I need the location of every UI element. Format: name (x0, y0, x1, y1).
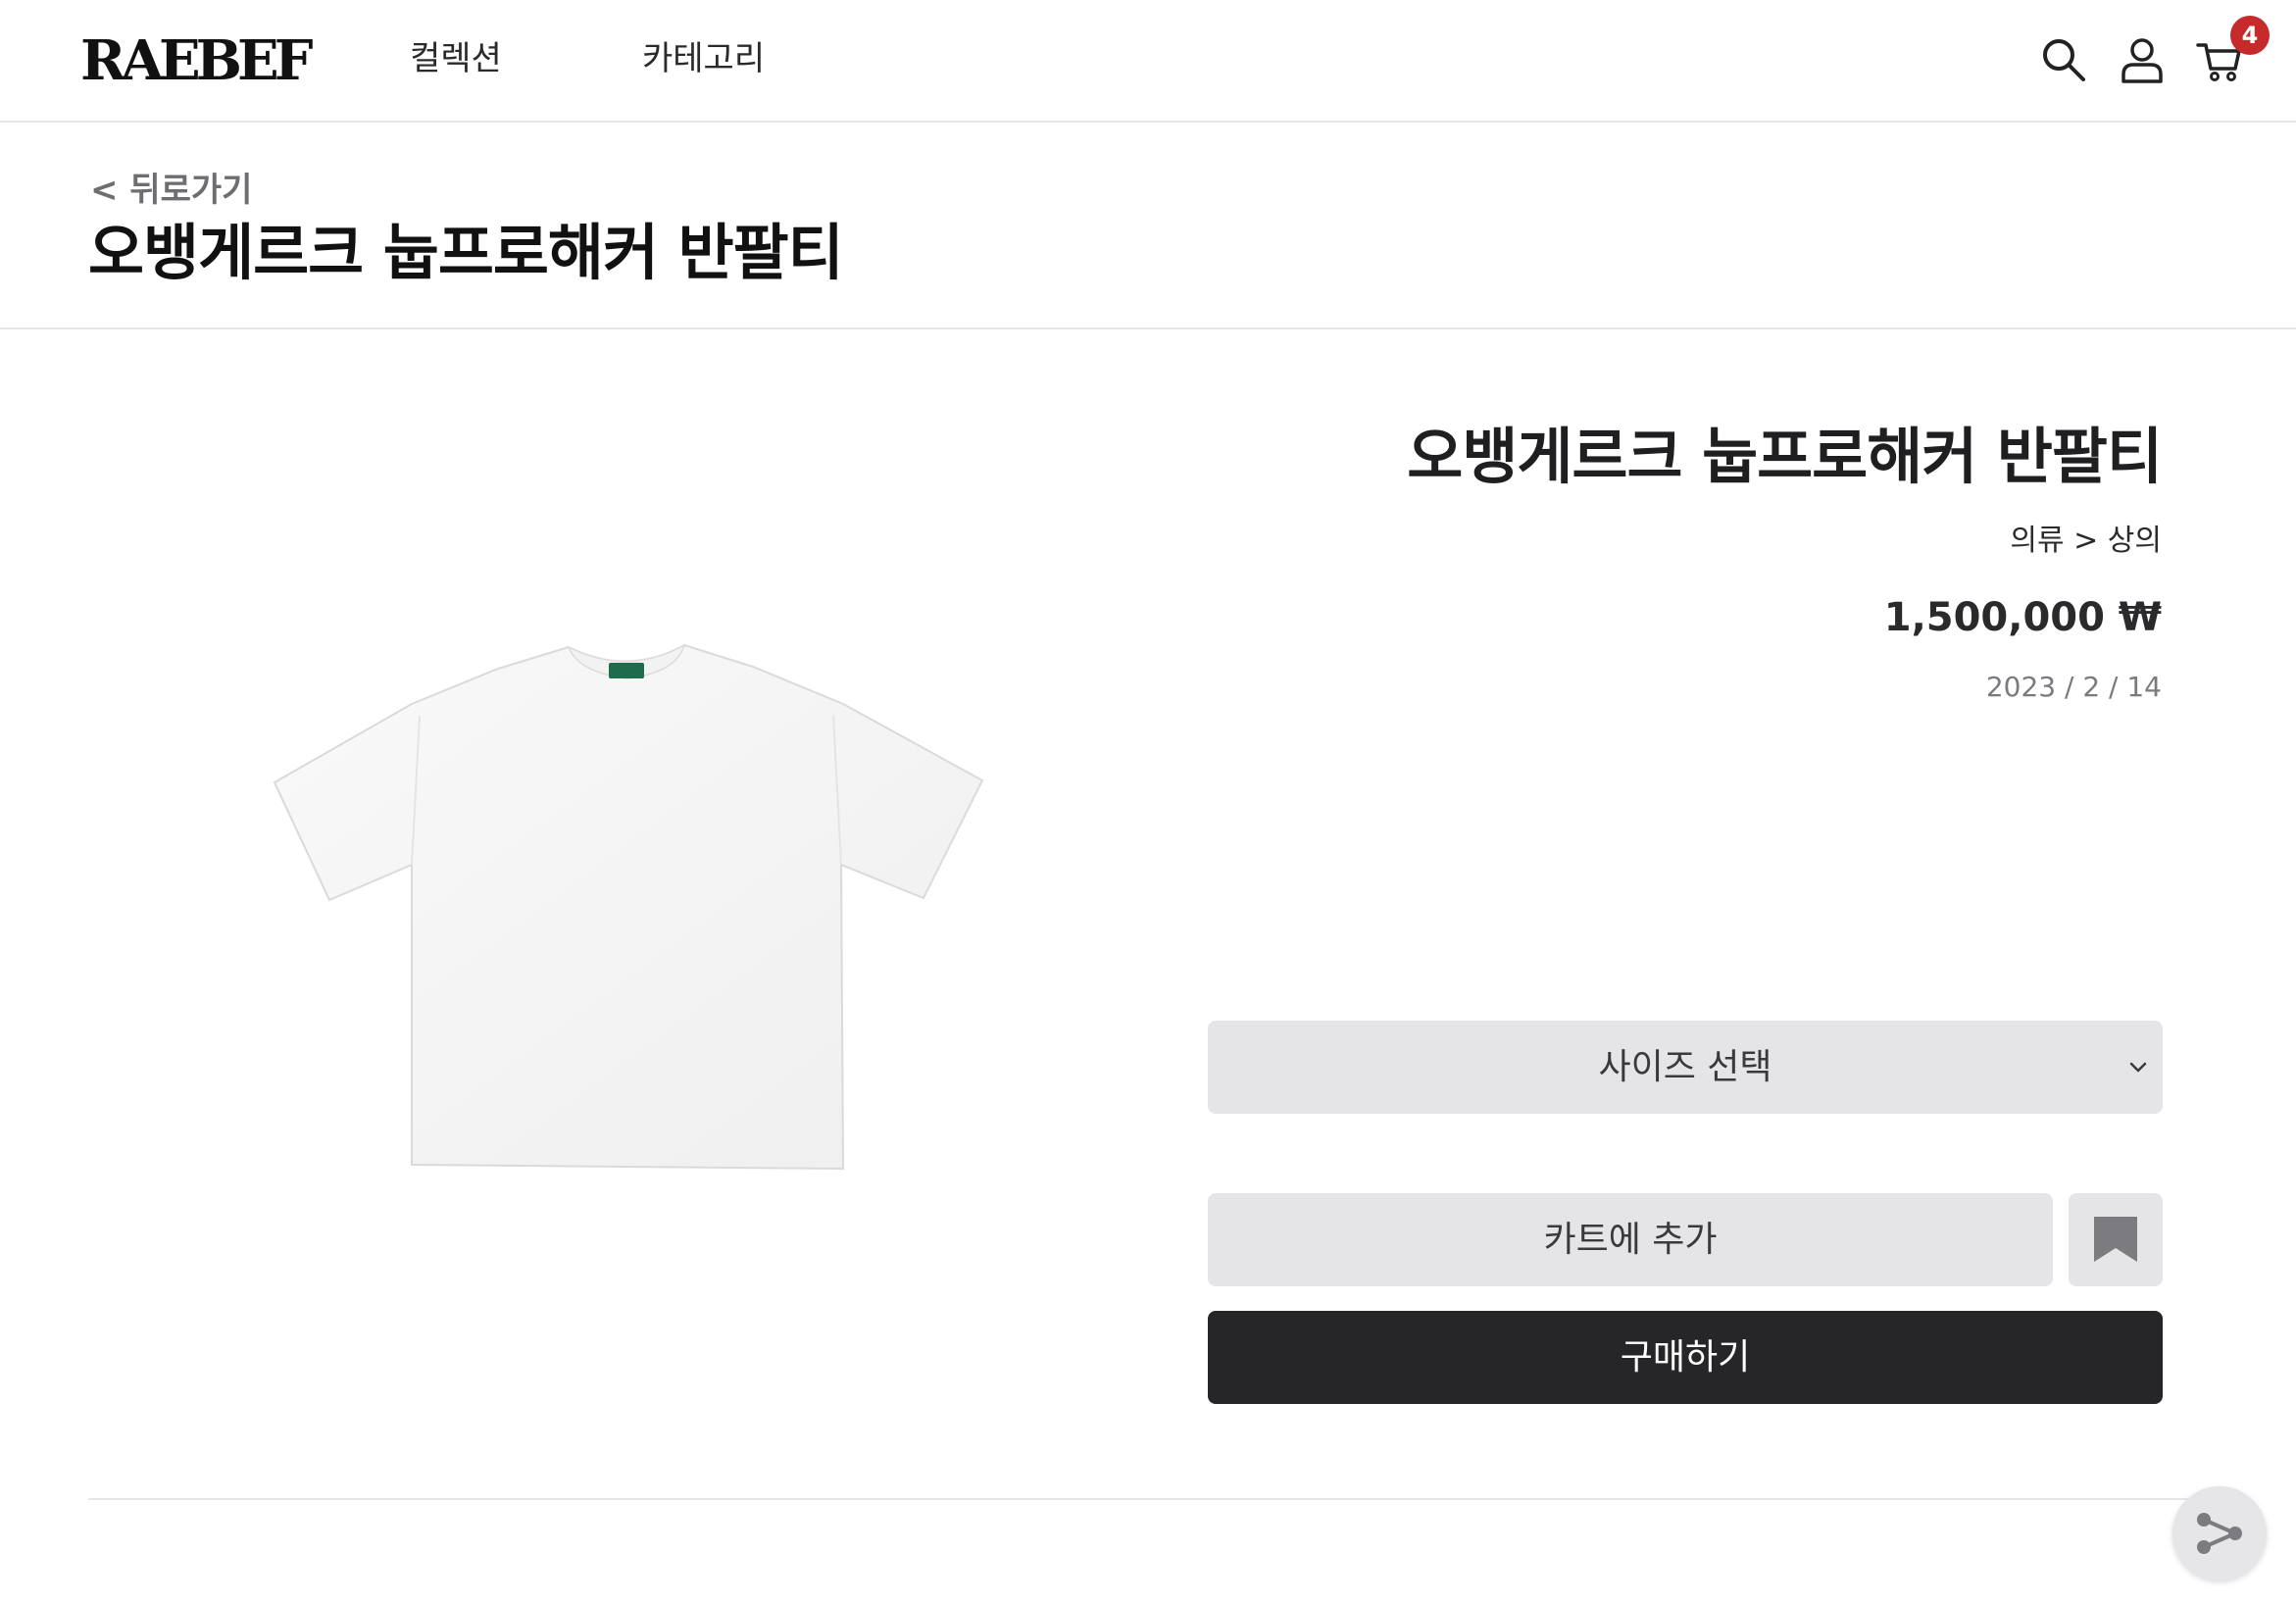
product-price: 1,500,000 ₩ (1883, 595, 2162, 640)
buy-now-button[interactable]: 구매하기 (1208, 1311, 2163, 1404)
bookmark-icon (2094, 1217, 2137, 1262)
product-page: RAEBEF 컬렉션 카테고리 4 < 뒤로가기 오뱅게르크 눕프로해커 반팔티… (0, 0, 2296, 1603)
add-to-cart-button[interactable]: 카트에 추가 (1208, 1193, 2053, 1286)
back-link[interactable]: < 뒤로가기 (90, 169, 252, 212)
product-title: 오뱅게르크 눕프로해커 반팔티 (1407, 421, 2163, 492)
nav-collection[interactable]: 컬렉션 (410, 37, 502, 80)
product-image (245, 608, 1029, 1196)
bookmark-button[interactable] (2069, 1193, 2163, 1286)
brand-logo[interactable]: RAEBEF (80, 33, 313, 88)
product-category-path[interactable]: 의류 > 상의 (2010, 522, 2162, 561)
search-icon (2043, 39, 2085, 81)
size-select-value: 사이즈 선택 (1598, 1047, 1772, 1087)
share-icon (2197, 1513, 2242, 1554)
search-button[interactable] (2039, 35, 2088, 84)
logo-text: RAEBEF (80, 28, 313, 93)
tshirt-image (273, 643, 984, 1171)
page-title: 오뱅게르크 눕프로해커 반팔티 (88, 217, 844, 288)
top-header: RAEBEF 컬렉션 카테고리 4 (0, 0, 2296, 123)
chevron-down-icon (2129, 1062, 2147, 1073)
nav-category[interactable]: 카테고리 (642, 37, 765, 80)
user-icon (2121, 38, 2163, 83)
size-select[interactable]: 사이즈 선택 (1208, 1021, 2163, 1114)
cart-count-badge: 4 (2230, 16, 2270, 55)
content-divider (88, 1498, 2216, 1500)
share-button[interactable] (2172, 1486, 2267, 1580)
product-date: 2023 / 2 / 14 (1985, 671, 2162, 703)
header-divider (0, 327, 2296, 329)
account-button[interactable] (2118, 35, 2167, 84)
